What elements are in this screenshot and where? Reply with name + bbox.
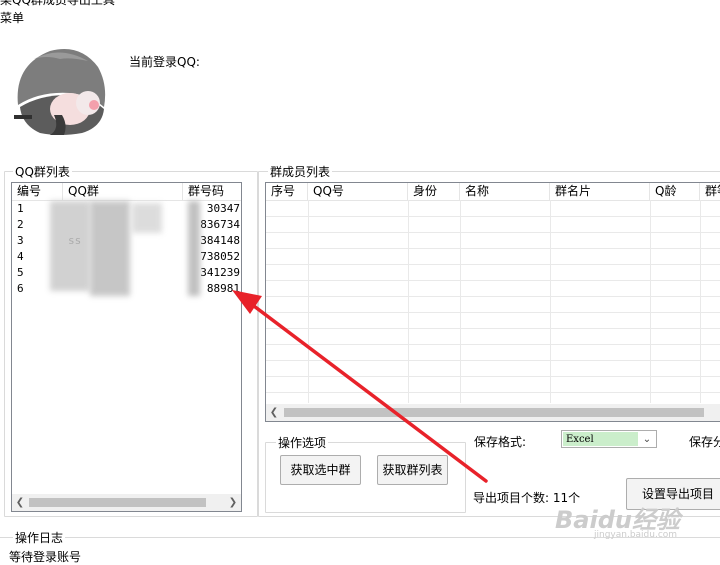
annotation-arrow [232, 290, 488, 483]
watermark-url: jingyan.baidu.com [594, 530, 678, 540]
